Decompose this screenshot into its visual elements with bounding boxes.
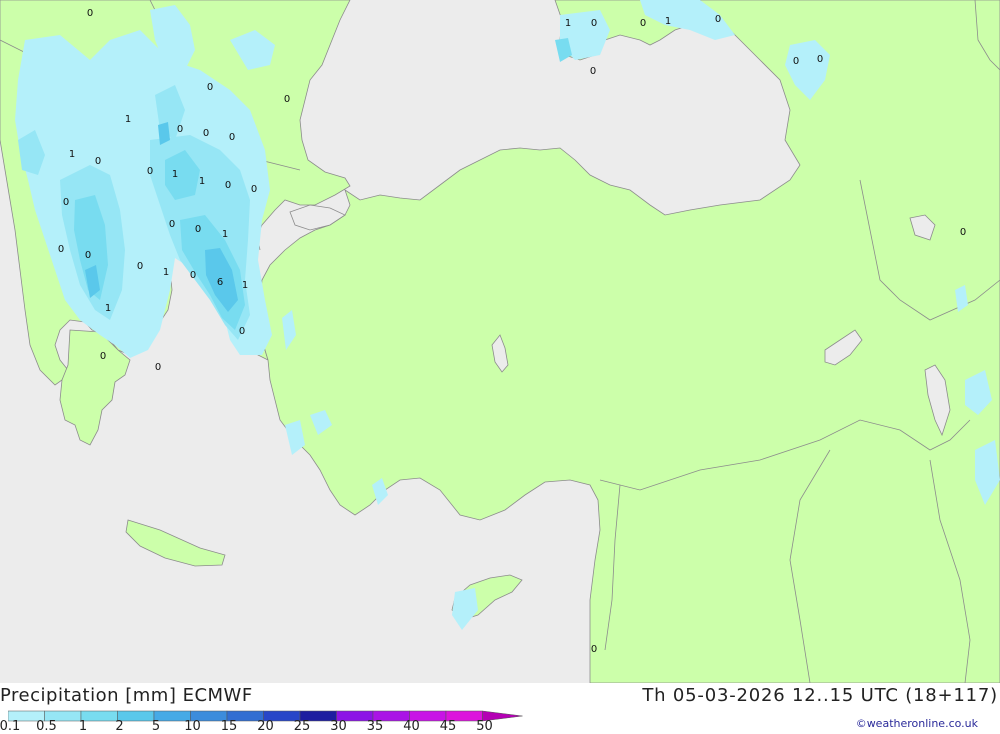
precip-value-label: 0 [715,14,721,25]
precip-value-label: 1 [199,176,205,187]
precip-value-label: 0 [229,132,235,143]
precip-value-label: 0 [591,18,597,29]
legend-label: 25 [293,719,311,734]
precip-value-label: 0 [239,326,245,337]
precip-value-label: 1 [125,114,131,125]
precip-value-label: 6 [217,277,223,288]
legend-scale: 0.1 0.5 1 2 5 10 15 20 25 30 35 40 45 50 [0,707,528,734]
precip-value-label: 0 [169,219,175,230]
legend-label: 35 [366,719,384,734]
precip-value-label: 0 [225,180,231,191]
precip-value-label: 0 [203,128,209,139]
precip-value-label: 0 [960,227,966,238]
legend-label: 50 [476,719,493,734]
precip-value-label: 1 [242,280,248,291]
legend-label: 0.1 [0,719,21,734]
precip-value-label: 1 [69,149,75,160]
precip-value-label: 0 [190,270,196,281]
precip-value-label: 0 [793,56,799,67]
legend-label: 20 [257,719,274,734]
legend-label: 15 [220,719,238,734]
legend-labels: 0.1 0.5 1 2 5 10 15 20 25 30 35 40 45 50 [0,707,528,734]
precip-value-label: 1 [172,169,178,180]
legend-label: 30 [330,719,347,734]
valid-time: Th 05-03-2026 12..15 UTC (18+117) [642,685,998,706]
legend-label: 10 [184,719,201,734]
legend-label: 2 [115,719,124,734]
precip-value-label: 1 [665,16,671,27]
precip-value-label: 0 [817,54,823,65]
precip-value-label: 0 [177,124,183,135]
precip-value-label: 1 [222,229,228,240]
legend-label: 0.5 [36,719,57,734]
map-title: Precipitation [mm] ECMWF [0,685,253,706]
precip-value-label: 0 [590,66,596,77]
legend-label: 1 [78,719,88,734]
precip-value-label: 0 [147,166,153,177]
precip-value-label: 0 [100,351,106,362]
precip-value-label: 0 [251,184,257,195]
precip-value-label: 0 [195,224,201,235]
precip-value-label: 0 [640,18,646,29]
precip-value-label: 0 [95,156,101,167]
precip-value-label: 0 [155,362,161,373]
precip-value-label: 1 [565,18,571,29]
legend-label: 40 [403,719,420,734]
precip-value-label: 0 [58,244,64,255]
legend-label: 45 [439,719,457,734]
precip-value-label: 0 [137,261,143,272]
precipitation-map: 0 1 0 0 1 0 0 0 0 0 0 1 0 0 0 1 0 1 1 0 0 0 1 0 0 0 1 0 6 1 1 0 0 0 0 0 0 0 0 [0,0,1000,683]
legend-label: 5 [151,719,161,734]
site-credit-link[interactable]: ©weatheronline.co.uk [856,717,978,730]
precip-value-label: 0 [63,197,69,208]
precip-value-label: 0 [284,94,290,105]
precip-value-label: 1 [163,267,169,278]
precip-value-label: 0 [87,8,93,19]
precip-value-label: 0 [591,644,597,655]
precip-value-label: 0 [207,82,213,93]
precip-value-label: 0 [85,250,91,261]
precip-value-label: 1 [105,303,111,314]
